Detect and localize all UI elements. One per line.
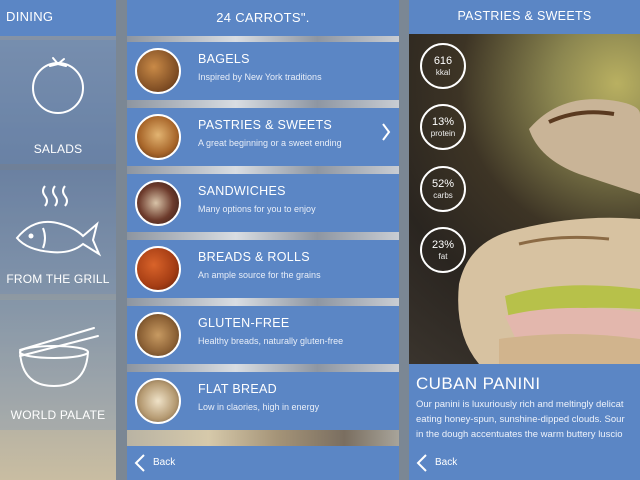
menu-item-title: SANDWICHES: [198, 184, 286, 198]
tomato-icon: [32, 57, 84, 114]
sandwiches-thumbnail: [135, 180, 181, 226]
menu-item-pastries-sweets[interactable]: PASTRIES & SWEETS A great beginning or a…: [127, 108, 399, 166]
chevron-right-icon: [382, 123, 391, 141]
detail-panel: PASTRIES & SWEETS 616 kkal 13% protein 5…: [409, 0, 640, 480]
menu-item-subtitle: Low in claories, high in energy: [198, 402, 320, 412]
back-button[interactable]: Back: [127, 446, 399, 480]
menu-item-subtitle: An ample source for the grains: [198, 270, 321, 280]
menu-item-title: PASTRIES & SWEETS: [198, 118, 333, 132]
breads-thumbnail: [135, 246, 181, 292]
stat-unit: protein: [430, 129, 456, 138]
menu-item-subtitle: Healthy breads, naturally gluten-free: [198, 336, 344, 346]
category-label: WORLD PALATE: [10, 408, 106, 422]
stat-unit: kkal: [435, 68, 451, 77]
menu-item-title: FLAT BREAD: [198, 382, 277, 396]
dining-title: DINING: [0, 0, 116, 36]
carbs-badge: 52% carbs: [420, 166, 466, 212]
detail-header: PASTRIES & SWEETS: [457, 9, 592, 23]
divider: [127, 364, 399, 372]
stat-value: 23%: [431, 239, 455, 251]
menu-item-title: GLUTEN-FREE: [198, 316, 290, 330]
description-line: eating honey-spun, sunshine-dipped cloud…: [416, 414, 625, 425]
chevron-left-icon: [416, 454, 427, 472]
divider: [127, 298, 399, 306]
stat-value: 13%: [431, 116, 455, 128]
menu-panel: 24 CARROTS". BAGELS Inspired by New York…: [127, 0, 399, 480]
back-button[interactable]: Back: [409, 446, 640, 480]
gluten-free-thumbnail: [135, 312, 181, 358]
fish-icon: [15, 185, 102, 257]
protein-badge: 13% protein: [420, 104, 466, 150]
calories-badge: 616 kkal: [420, 43, 466, 89]
category-world-palate[interactable]: WORLD PALATE: [0, 300, 116, 430]
dish-title: CUBAN PANINI: [416, 374, 541, 393]
menu-item-flat-bread[interactable]: FLAT BREAD Low in claories, high in ener…: [127, 372, 399, 430]
back-label: Back: [435, 457, 458, 468]
menu-item-bagels[interactable]: BAGELS Inspired by New York traditions: [127, 42, 399, 100]
fat-badge: 23% fat: [420, 227, 466, 273]
divider: [127, 166, 399, 174]
pastries-thumbnail: [135, 114, 181, 160]
divider: [127, 100, 399, 108]
menu-item-title: BAGELS: [198, 52, 250, 66]
menu-item-subtitle: Many options for you to enjoy: [198, 204, 316, 214]
menu-item-subtitle: A great beginning or a sweet ending: [198, 138, 342, 148]
dish-description: Our panini is luxuriously rich and melti…: [416, 397, 640, 442]
stat-unit: carbs: [433, 191, 453, 200]
stat-value: 52%: [431, 178, 455, 190]
category-from-the-grill[interactable]: FROM THE GRILL: [0, 170, 116, 294]
dining-panel: DINING SALADS FROM THE GRILL WORLD PALAT…: [0, 0, 116, 480]
menu-item-breads-rolls[interactable]: BREADS & ROLLS An ample source for the g…: [127, 240, 399, 298]
menu-item-gluten-free[interactable]: GLUTEN-FREE Healthy breads, naturally gl…: [127, 306, 399, 364]
bowl-chopsticks-icon: [19, 327, 99, 388]
chevron-left-icon: [134, 454, 145, 472]
category-salads[interactable]: SALADS: [0, 40, 116, 164]
menu-item-title: BREADS & ROLLS: [198, 250, 310, 264]
menu-item-sandwiches[interactable]: SANDWICHES Many options for you to enjoy: [127, 174, 399, 232]
bagels-thumbnail: [135, 48, 181, 94]
divider: [127, 232, 399, 240]
stat-value: 616: [433, 55, 453, 67]
back-label: Back: [153, 457, 176, 468]
description-line: Our panini is luxuriously rich and melti…: [416, 399, 624, 410]
category-label: FROM THE GRILL: [6, 272, 110, 286]
menu-item-subtitle: Inspired by New York traditions: [198, 72, 322, 82]
category-label: SALADS: [33, 142, 83, 156]
flat-bread-thumbnail: [135, 378, 181, 424]
stat-unit: fat: [438, 252, 448, 261]
description-line: in the dough accentuates the warm butter…: [416, 429, 623, 440]
menu-title: 24 CARROTS".: [127, 0, 399, 36]
